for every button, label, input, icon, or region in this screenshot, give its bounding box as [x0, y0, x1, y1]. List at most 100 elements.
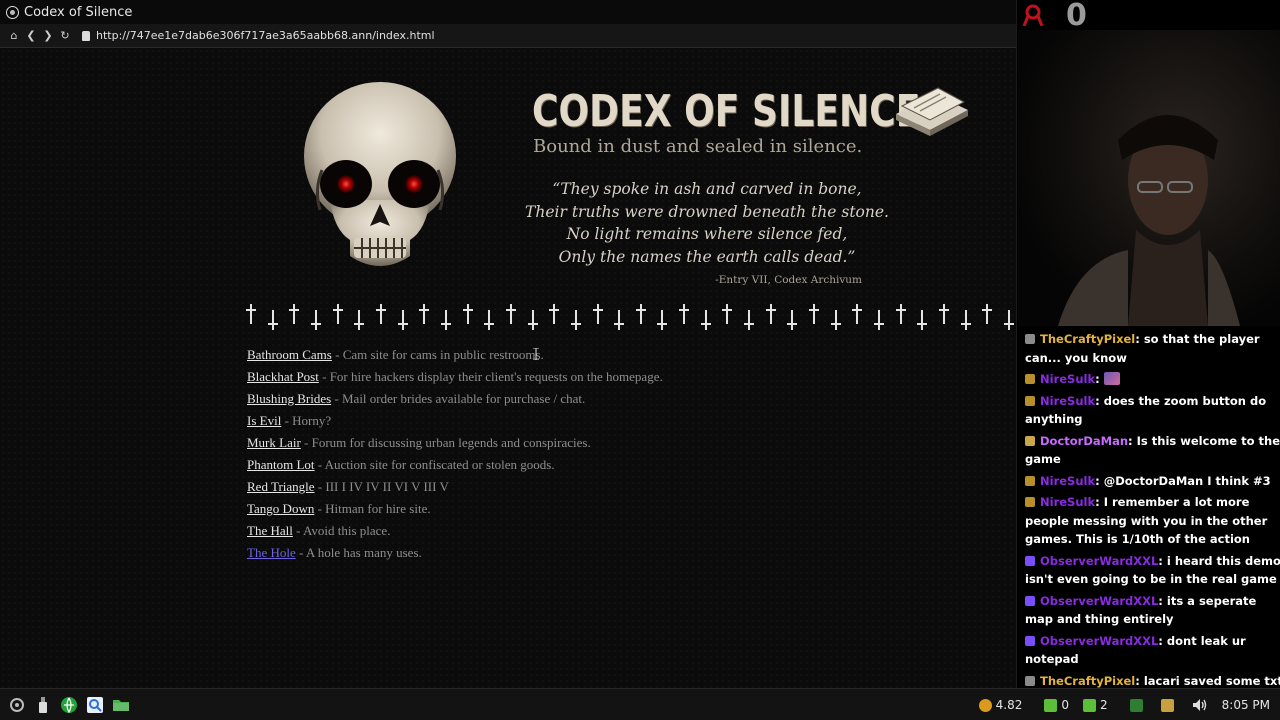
start-menu-icon[interactable] — [8, 696, 26, 714]
site-subtitle: Bound in dust and sealed in silence. — [533, 136, 863, 157]
navigation-bar: ⌂ ❮ ❯ ↻ http://747ee1e7dab6e306f717ae3a6… — [0, 24, 1016, 48]
cross-icon — [245, 304, 257, 330]
chat-message: ObserverWardXXL: dont leak ur notepad — [1025, 632, 1280, 669]
text-cursor-icon — [533, 348, 539, 360]
cross-icon — [613, 304, 625, 330]
chat-username[interactable]: NireSulk — [1040, 474, 1095, 488]
cross-icon — [938, 304, 950, 330]
chat-username[interactable]: NireSulk — [1040, 394, 1095, 408]
chat-message: ObserverWardXXL: its a seperate map and … — [1025, 592, 1280, 629]
cross-icon — [418, 304, 430, 330]
site-link[interactable]: The Hole — [247, 545, 296, 560]
site-link[interactable]: Red Triangle — [247, 479, 315, 494]
site-description: - Auction site for confiscated or stolen… — [314, 457, 555, 472]
badge-icon — [1025, 435, 1035, 446]
site-description: - For hire hackers display their client'… — [318, 369, 663, 384]
chat-username[interactable]: ObserverWardXXL — [1040, 594, 1158, 608]
chat-username[interactable]: ObserverWardXXL — [1040, 634, 1158, 648]
cross-icon — [483, 304, 495, 330]
chat-username[interactable]: TheCraftyPixel — [1040, 332, 1135, 346]
chat-username[interactable]: NireSulk — [1040, 372, 1095, 386]
globe-icon[interactable] — [60, 696, 78, 714]
folder-icon[interactable] — [112, 696, 130, 714]
cross-divider — [245, 304, 1015, 330]
badge-icon — [1025, 675, 1035, 686]
title-bar: Codex of Silence — [0, 0, 1016, 24]
chat-username[interactable]: DoctorDaMan — [1040, 434, 1128, 448]
badge-icon — [1025, 374, 1035, 384]
site-link[interactable]: Murk Lair — [247, 435, 301, 450]
site-list-item: Is Evil - Horny? — [247, 410, 663, 432]
site-link[interactable]: Blackhat Post — [247, 369, 319, 384]
monitor-indicator[interactable] — [1129, 698, 1147, 712]
cross-icon — [700, 304, 712, 330]
site-link[interactable]: Phantom Lot — [247, 457, 315, 472]
site-list: Bathroom Cams - Cam site for cams in pub… — [247, 344, 663, 564]
shield-icon — [82, 30, 90, 41]
cross-icon — [505, 304, 517, 330]
network-indicator[interactable]: 2 — [1083, 698, 1108, 712]
coin-balance[interactable]: 4.82 — [978, 698, 1022, 712]
alerts-indicator[interactable]: 0 — [1044, 698, 1069, 712]
cross-icon — [310, 304, 322, 330]
tools-indicator[interactable] — [1160, 698, 1178, 712]
emote-icon — [1103, 372, 1120, 385]
leaf-icon — [1044, 698, 1058, 712]
chat-username[interactable]: ObserverWardXXL — [1040, 554, 1158, 568]
cross-icon — [808, 304, 820, 330]
cross-icon — [332, 304, 344, 330]
cross-icon — [916, 304, 928, 330]
site-link[interactable]: Bathroom Cams — [247, 347, 332, 362]
site-description: - Hitman for hire site. — [314, 501, 431, 516]
poem-line: “They spoke in ash and carved in bone, — [552, 180, 862, 198]
site-list-item: Phantom Lot - Auction site for confiscat… — [247, 454, 663, 476]
site-list-item: Murk Lair - Forum for discussing urban l… — [247, 432, 663, 454]
site-description: - A hole has many uses. — [295, 545, 422, 560]
site-list-item: Red Triangle - III I IV IV II VI V III V — [247, 476, 663, 498]
chat-username[interactable]: TheCraftyPixel — [1040, 674, 1135, 688]
skull-icon — [304, 82, 456, 266]
site-title: CODEX OF SILENCE — [532, 86, 921, 137]
cross-icon — [570, 304, 582, 330]
webcam-feed — [1018, 30, 1280, 326]
clock-time: 8:05 PM — [1221, 698, 1270, 712]
coin-icon — [978, 698, 992, 712]
cross-icon — [981, 304, 993, 330]
site-link[interactable]: Is Evil — [247, 413, 281, 428]
usb-icon[interactable] — [34, 696, 52, 714]
cross-icon — [895, 304, 907, 330]
cross-icon — [440, 304, 452, 330]
badge-icon — [1025, 635, 1035, 646]
cross-icon — [548, 304, 560, 330]
browser-window: Codex of Silence ⌂ ❮ ❯ ↻ http://747ee1e7… — [0, 0, 1017, 688]
site-link[interactable]: Tango Down — [247, 501, 314, 516]
chat-username[interactable]: NireSulk — [1040, 495, 1095, 509]
cross-icon — [592, 304, 604, 330]
address-bar[interactable]: http://747ee1e7dab6e306f717ae3a65aabb68.… — [96, 29, 435, 42]
chat-panel: TheCraftyPixel: so that the player can..… — [1025, 330, 1280, 688]
forward-icon[interactable]: ❯ — [40, 28, 56, 44]
back-icon[interactable]: ❮ — [23, 28, 39, 44]
cross-icon — [656, 304, 668, 330]
chat-message: NireSulk: — [1025, 370, 1280, 389]
chat-message: TheCraftyPixel: lacari saved some txt fi… — [1025, 672, 1280, 689]
site-list-item: Bathroom Cams - Cam site for cams in pub… — [247, 344, 663, 366]
badge-icon — [1025, 475, 1035, 486]
badge-icon — [1025, 334, 1035, 344]
alerts-count: 0 — [1061, 698, 1069, 712]
site-link[interactable]: The Hall — [247, 523, 293, 538]
site-list-item: Tango Down - Hitman for hire site. — [247, 498, 663, 520]
chat-message: NireSulk: @DoctorDaMan I think #3 — [1025, 472, 1280, 491]
site-description: - Horny? — [281, 413, 332, 428]
reload-icon[interactable]: ↻ — [57, 28, 73, 44]
clock[interactable]: 8:05 PM — [1222, 698, 1270, 712]
badge-icon — [1025, 555, 1035, 566]
cross-icon — [743, 304, 755, 330]
search-app-icon[interactable] — [86, 696, 104, 714]
volume-control[interactable] — [1192, 698, 1208, 712]
site-link[interactable]: Blushing Brides — [247, 391, 331, 406]
cross-icon — [462, 304, 474, 330]
chat-message: NireSulk: I remember a lot more people m… — [1025, 493, 1280, 549]
home-icon[interactable]: ⌂ — [6, 28, 22, 44]
arrow-icon — [1083, 698, 1096, 712]
